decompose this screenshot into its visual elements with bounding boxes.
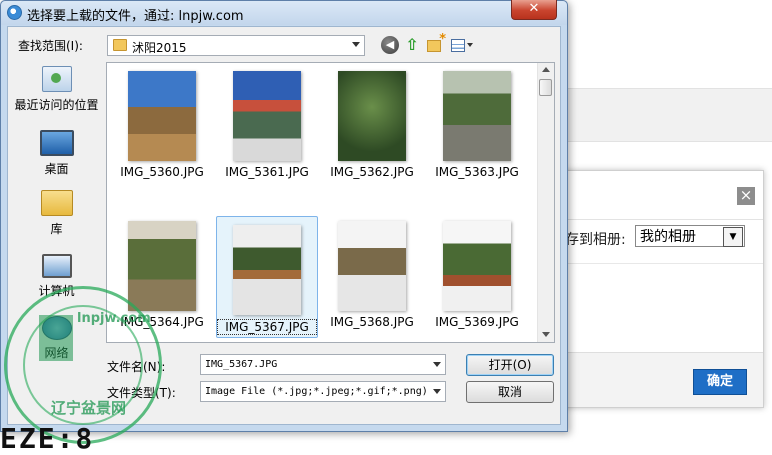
photo-thumbnail — [338, 71, 406, 161]
up-folder-icon[interactable]: ⇧ — [403, 36, 421, 54]
file-item-selected[interactable]: IMG_5367.JPG — [216, 216, 318, 338]
network-icon — [41, 316, 72, 340]
photo-thumbnail — [233, 71, 301, 161]
place-libraries[interactable]: 库 — [10, 190, 103, 237]
file-item[interactable]: IMG_5369.JPG — [426, 213, 528, 335]
file-item[interactable]: IMG_5363.JPG — [426, 63, 528, 185]
place-label: 库 — [50, 222, 63, 236]
libraries-icon — [40, 190, 73, 216]
place-computer[interactable]: 计算机 — [10, 254, 103, 299]
dialog-title-bar[interactable]: 选择要上载的文件，通过: lnpjw.com ✕ — [1, 0, 567, 25]
scroll-down-icon[interactable] — [542, 332, 550, 337]
panel-close-button[interactable]: × — [737, 187, 755, 205]
filename-input[interactable]: IMG_5367.JPG — [200, 354, 446, 375]
place-network[interactable]: 网络 — [10, 316, 103, 361]
open-button[interactable]: 打开(O) — [466, 354, 554, 376]
place-label: 最近访问的位置 — [14, 98, 99, 112]
file-name: IMG_5367.JPG — [217, 319, 317, 335]
filename-value: IMG_5367.JPG — [205, 359, 278, 370]
album-label: 存到相册: — [565, 232, 626, 248]
dialog-close-button[interactable]: ✕ — [511, 0, 557, 20]
file-item[interactable]: IMG_5364.JPG — [111, 213, 213, 335]
file-name: IMG_5362.JPG — [330, 165, 414, 179]
file-item[interactable]: IMG_5368.JPG — [321, 213, 423, 335]
photo-thumbnail — [443, 221, 511, 311]
vertical-scrollbar[interactable] — [537, 63, 554, 342]
file-name: IMG_5369.JPG — [435, 315, 519, 329]
file-item[interactable]: IMG_5360.JPG — [111, 63, 213, 185]
photo-thumbnail — [233, 225, 301, 315]
filetype-value: Image File (*.jpg;*.jpeg;*.gif;*.png) — [205, 386, 428, 397]
place-label: 网络 — [44, 346, 69, 360]
file-name: IMG_5361.JPG — [225, 165, 309, 179]
place-desktop[interactable]: 桌面 — [10, 130, 103, 177]
photo-thumbnail — [338, 221, 406, 311]
look-in-label: 查找范围(I): — [18, 39, 83, 53]
filetype-select[interactable]: Image File (*.jpg;*.jpeg;*.gif;*.png) — [200, 381, 446, 402]
confirm-button[interactable]: 确定 — [693, 369, 747, 395]
file-name: IMG_5360.JPG — [120, 165, 204, 179]
album-select[interactable]: 我的相册 ▼ — [635, 225, 745, 247]
view-menu-chevron-icon[interactable] — [467, 43, 473, 47]
place-label: 计算机 — [38, 284, 75, 298]
place-recent[interactable]: 最近访问的位置 — [10, 66, 103, 113]
back-icon[interactable]: ◀ — [381, 36, 399, 54]
panel-footer: 确定 — [549, 352, 763, 407]
page-header-band — [568, 88, 772, 142]
places-bar: 最近访问的位置 桌面 库 计算机 网络 — [10, 60, 103, 360]
desktop-icon — [39, 130, 74, 156]
look-in-combo[interactable]: 沭阳2015 — [107, 35, 365, 56]
save-to-album-panel: × 存到相册: 我的相册 ▼ 确定 — [548, 170, 764, 408]
chevron-down-icon — [352, 42, 360, 47]
place-label: 桌面 — [44, 162, 69, 176]
filetype-label: 文件类型(T): — [107, 386, 176, 400]
file-item[interactable]: IMG_5362.JPG — [321, 63, 423, 185]
folder-icon — [113, 39, 127, 51]
file-list: IMG_5360.JPG IMG_5361.JPG IMG_5362.JPG I… — [106, 62, 555, 343]
panel-divider — [549, 219, 763, 220]
photo-thumbnail — [443, 71, 511, 161]
file-item[interactable]: IMG_5361.JPG — [216, 63, 318, 185]
new-folder-icon[interactable] — [427, 32, 446, 52]
cancel-button[interactable]: 取消 — [466, 381, 554, 403]
photo-thumbnail — [128, 71, 196, 161]
photo-thumbnail — [128, 221, 196, 311]
file-name: IMG_5368.JPG — [330, 315, 414, 329]
scroll-up-icon[interactable] — [542, 67, 550, 72]
chevron-down-icon[interactable] — [433, 362, 441, 367]
file-name: IMG_5364.JPG — [120, 315, 204, 329]
dialog-title: 选择要上载的文件，通过: lnpjw.com — [27, 9, 244, 24]
album-select-value: 我的相册 — [640, 229, 696, 245]
look-in-value: 沭阳2015 — [132, 41, 187, 55]
recent-places-icon — [41, 66, 72, 92]
chevron-down-icon[interactable] — [433, 389, 441, 394]
browser-icon — [7, 5, 22, 20]
filename-label: 文件名(N): — [107, 360, 166, 374]
computer-icon — [41, 254, 72, 278]
scroll-thumb[interactable] — [539, 79, 552, 96]
chevron-down-icon: ▼ — [723, 227, 743, 247]
bottom-cropped-text: EZE:8 — [0, 422, 95, 455]
view-menu-icon[interactable] — [451, 39, 465, 52]
panel-divider-2 — [549, 263, 763, 264]
file-name: IMG_5363.JPG — [435, 165, 519, 179]
